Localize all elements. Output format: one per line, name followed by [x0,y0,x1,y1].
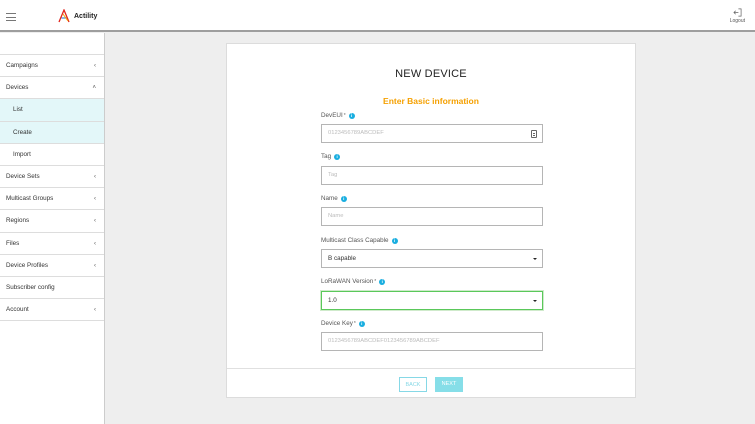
sidebar-item-import[interactable]: Import [0,144,104,166]
name-input[interactable]: Name [321,207,543,226]
sidebar-item-campaigns[interactable]: Campaigns ‹ [0,55,104,78]
sidebar-item-list[interactable]: List [0,99,104,122]
sidebar-item-label: Devices [6,84,29,92]
chevron-left-icon: ‹ [94,240,96,247]
chevron-left-icon: ‹ [94,196,96,203]
chevron-left-icon: ‹ [94,262,96,269]
deveui-input[interactable]: 0123456789ABCDEF [321,124,543,143]
sidebar-item-label: Campaigns [6,62,38,69]
chevron-left-icon: ‹ [94,307,96,314]
sidebar-item-create[interactable]: Create [0,121,104,144]
chevron-up-icon: ˄ [92,85,96,92]
clipboard-icon[interactable] [531,130,537,138]
deveui-label-text: DevEUI [321,112,343,119]
new-device-card: NEW DEVICE Enter Basic information DevEU… [226,43,636,398]
caret-down-icon [533,258,537,260]
sidebar-item-account[interactable]: Account ‹ [0,299,104,322]
chevron-left-icon: ‹ [94,63,96,69]
logout-icon [733,8,742,17]
top-bar: Actility Logout [0,0,755,32]
brand-name: Actility [74,12,98,20]
sidebar-item-label: Files [6,239,20,247]
sidebar-item-label: Device Profiles [6,261,48,269]
sidebar-item-device-profiles[interactable]: Device Profiles ‹ [0,255,104,277]
sidebar-item-label: Subscriber config [6,283,55,291]
lorawan-label-text: LoRaWAN Version [321,278,374,285]
multicast-select[interactable]: B capable [321,249,543,268]
multicast-value: B capable [328,255,357,262]
lorawan-value: 1.0 [328,297,337,304]
device-key-placeholder: 0123456789ABCDEF0123456789ABCDEF [328,338,440,344]
info-icon[interactable]: i [348,112,355,119]
required-mark: * [374,278,377,285]
lorawan-label: LoRaWAN Version * i [321,278,386,285]
page-title: NEW DEVICE [395,68,467,80]
actility-logo-icon [58,9,70,23]
required-mark: * [353,320,356,327]
tag-placeholder: Tag [328,172,338,178]
sidebar-item-multicast-groups[interactable]: Multicast Groups ‹ [0,188,104,211]
brand-logo[interactable]: Actility [57,9,97,23]
sidebar-item-device-sets[interactable]: Device Sets ‹ [0,166,104,189]
info-icon[interactable]: i [334,153,341,160]
sidebar-item-label: Create [13,128,32,136]
device-key-input[interactable]: 0123456789ABCDEF0123456789ABCDEF [321,332,543,351]
sidebar-item-label: Account [6,306,29,314]
name-label-text: Name [321,195,338,202]
sidebar-item-files[interactable]: Files ‹ [0,233,104,255]
logout-button[interactable]: Logout [730,8,745,24]
hamburger-icon[interactable] [6,13,16,21]
chevron-left-icon: ‹ [94,173,96,180]
card-footer-divider [227,368,635,369]
deveui-label: DevEUI * i [321,112,355,119]
multicast-label: Multicast Class Capable i [321,237,398,244]
tag-label: Tag i [321,153,341,160]
required-mark: * [343,112,346,119]
sidebar-item-label: Device Sets [6,172,40,180]
sidebar-item-label: Import [13,150,31,158]
logout-label: Logout [729,18,745,24]
multicast-label-text: Multicast Class Capable [321,237,389,244]
section-subtitle: Enter Basic information [383,96,479,106]
sidebar-item-label: Multicast Groups [6,195,54,203]
device-key-label-text: Device Key [321,320,353,327]
sidebar-spacer [0,33,104,55]
sidebar-item-devices[interactable]: Devices ˄ [0,77,104,100]
sidebar-item-subscriber-config[interactable]: Subscriber config [0,277,104,300]
next-button[interactable]: NEXT [435,377,463,392]
info-icon[interactable]: i [340,195,347,202]
device-key-label: Device Key * i [321,320,365,327]
info-icon[interactable]: i [379,278,386,285]
lorawan-version-select[interactable]: 1.0 [321,291,543,310]
info-icon[interactable]: i [391,237,398,244]
tag-label-text: Tag [321,153,332,160]
chevron-left-icon: ‹ [94,218,96,225]
deveui-placeholder: 0123456789ABCDEF [328,130,384,136]
name-label: Name i [321,195,347,202]
caret-down-icon [533,300,537,302]
back-button[interactable]: BACK [399,377,427,392]
tag-input[interactable]: Tag [321,166,543,185]
sidebar-item-regions[interactable]: Regions ‹ [0,210,104,233]
info-icon[interactable]: i [358,320,365,327]
sidebar-item-label: Regions [6,217,30,225]
sidebar-item-label: List [13,106,23,114]
name-placeholder: Name [328,213,344,219]
sidebar: Campaigns ‹ Devices ˄ List Create Import D… [0,33,105,424]
